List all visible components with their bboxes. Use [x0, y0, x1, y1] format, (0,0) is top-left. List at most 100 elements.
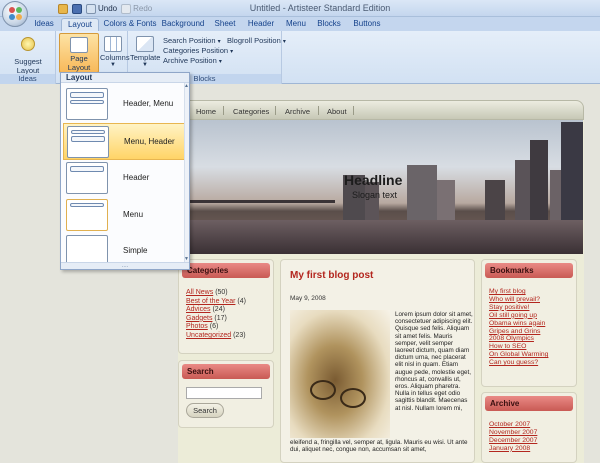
tab-blocks[interactable]: Blocks	[314, 18, 344, 31]
layout-option-label: Menu, Header	[124, 137, 175, 146]
category-count: (50)	[215, 289, 228, 296]
layout-option-header[interactable]: Header	[63, 160, 188, 197]
list-item: Oil still going up	[482, 312, 576, 320]
post-title[interactable]: My first blog post	[290, 270, 373, 281]
tab-background[interactable]: Background	[161, 18, 205, 31]
nav-item-home[interactable]: Home	[196, 107, 216, 116]
archive-link[interactable]: January 2008	[489, 445, 530, 452]
list-item: Gripes and Grins	[482, 328, 576, 336]
columns-button[interactable]: Columns ▼	[100, 33, 130, 73]
layout-option-menu-header[interactable]: Menu, Header	[63, 123, 188, 160]
bookmarks-block-title: Bookmarks	[485, 263, 573, 278]
list-item: Who will prevail?	[482, 296, 576, 304]
orb-dot-yellow	[16, 14, 22, 20]
tab-header[interactable]: Header	[245, 18, 277, 31]
layout-option-label: Simple	[123, 246, 148, 255]
skyline-building	[561, 122, 583, 220]
categories-position-dropdown[interactable]: Categories Position ▾	[163, 46, 233, 55]
nav-separator	[275, 106, 276, 115]
layout-option-label: Menu	[123, 210, 144, 219]
tab-sheet[interactable]: Sheet	[210, 18, 240, 31]
list-item: My first blog	[482, 288, 576, 296]
list-item: All News (50)	[179, 289, 273, 298]
tab-colors-fonts[interactable]: Colors & Fonts	[102, 18, 158, 31]
site-slogan[interactable]: Slogan text	[352, 190, 397, 200]
nav-item-about[interactable]: About	[327, 107, 347, 116]
site-headline[interactable]: Headline	[344, 172, 402, 188]
tab-layout[interactable]: Layout	[61, 18, 99, 31]
suggest-layout-button[interactable]: Suggest Layout	[2, 34, 54, 75]
list-item: 2008 Olympics	[482, 335, 576, 343]
bridge	[185, 200, 335, 203]
tab-ideas[interactable]: Ideas	[30, 18, 58, 31]
gallery-scrollbar[interactable]: ▲ ▼	[184, 83, 189, 262]
category-count: (23)	[233, 331, 246, 339]
bookmark-link[interactable]: Who will prevail?	[489, 296, 540, 303]
category-count: (17)	[214, 314, 227, 322]
category-link[interactable]: Photos	[186, 323, 208, 330]
search-position-dropdown[interactable]: Search Position ▾	[163, 36, 221, 45]
archive-link[interactable]: October 2007	[489, 421, 530, 428]
page-layout-button[interactable]: Page Layout ▼	[59, 33, 99, 78]
layout-thumbnail	[66, 88, 108, 120]
post-body-text: Lorem ipsum dolor sit amet, consectetuer…	[395, 311, 473, 412]
gallery-header: Layout	[61, 73, 189, 83]
search-input[interactable]	[186, 387, 262, 399]
layout-option-menu[interactable]: Menu	[63, 197, 188, 234]
scroll-up-icon[interactable]: ▲	[184, 83, 189, 89]
layout-option-label: Header, Menu	[123, 99, 174, 108]
category-link[interactable]: Gadgets	[186, 315, 212, 322]
blogroll-position-dropdown[interactable]: Blogroll Position ▾	[227, 36, 286, 45]
tab-buttons[interactable]: Buttons	[350, 18, 384, 31]
thumb-header-bar	[70, 166, 104, 172]
search-button[interactable]: Search	[186, 403, 224, 418]
layout-thumbnail	[66, 199, 108, 231]
orb-dot-blue	[9, 14, 15, 20]
archive-link[interactable]: December 2007	[489, 437, 537, 444]
archive-link[interactable]: November 2007	[489, 429, 537, 436]
nav-item-categories[interactable]: Categories	[233, 107, 269, 116]
nav-item-archive[interactable]: Archive	[285, 107, 310, 116]
gallery-resize-grip[interactable]: ....	[61, 262, 189, 269]
list-item: Advices (24)	[179, 306, 273, 315]
bookmark-link[interactable]: Stay positive!	[489, 304, 529, 311]
page-layout-icon	[70, 37, 88, 53]
river	[185, 220, 583, 254]
list-item: Obama wins again	[482, 320, 576, 328]
blog-post: My first blog post May 9, 2008 Lorem ips…	[280, 259, 475, 463]
tab-menu[interactable]: Menu	[283, 18, 309, 31]
bookmark-link[interactable]: 2008 Olympics	[489, 335, 534, 342]
layout-thumbnail	[66, 162, 108, 194]
page-layout-gallery: Layout Header, Menu Menu, Header Header …	[60, 72, 190, 270]
bookmark-link[interactable]: Can you guess?	[489, 359, 538, 366]
skyline-building	[437, 180, 455, 220]
bookmark-link[interactable]: Oil still going up	[489, 312, 537, 319]
bookmark-link[interactable]: How to SEO	[489, 343, 526, 350]
bookmark-link[interactable]: My first blog	[489, 288, 526, 295]
layout-option-header-menu[interactable]: Header, Menu	[63, 86, 188, 123]
category-link[interactable]: Advices	[186, 306, 211, 313]
post-date: May 9, 2008	[290, 295, 326, 302]
template-button[interactable]: Template ▼	[130, 34, 160, 72]
list-item: October 2007	[482, 421, 576, 429]
category-count: (24)	[212, 306, 225, 314]
layout-thumbnail	[67, 126, 109, 158]
category-count: (6)	[209, 323, 219, 331]
archive-position-dropdown[interactable]: Archive Position ▾	[163, 56, 222, 65]
nav-separator	[223, 106, 224, 115]
ideas-group: Suggest Layout Ideas	[0, 31, 56, 84]
category-link[interactable]: All News	[186, 289, 213, 296]
bookmark-link[interactable]: On Global Warming	[489, 351, 548, 358]
category-count: (4)	[237, 297, 246, 305]
app-menu-button[interactable]	[2, 1, 28, 27]
orb-dot-green	[16, 7, 22, 13]
thumb-header-bar	[71, 136, 105, 142]
bookmark-link[interactable]: Obama wins again	[489, 320, 545, 327]
list-item: December 2007	[482, 437, 576, 445]
glasses-lens-icon	[310, 380, 336, 400]
thumb-menu-bar	[71, 130, 105, 134]
bookmark-link[interactable]: Gripes and Grins	[489, 328, 540, 335]
bookmarks-block: Bookmarks My first blog Who will prevail…	[481, 259, 577, 387]
category-link[interactable]: Uncategorized	[186, 332, 231, 339]
category-link[interactable]: Best of the Year	[186, 298, 235, 305]
